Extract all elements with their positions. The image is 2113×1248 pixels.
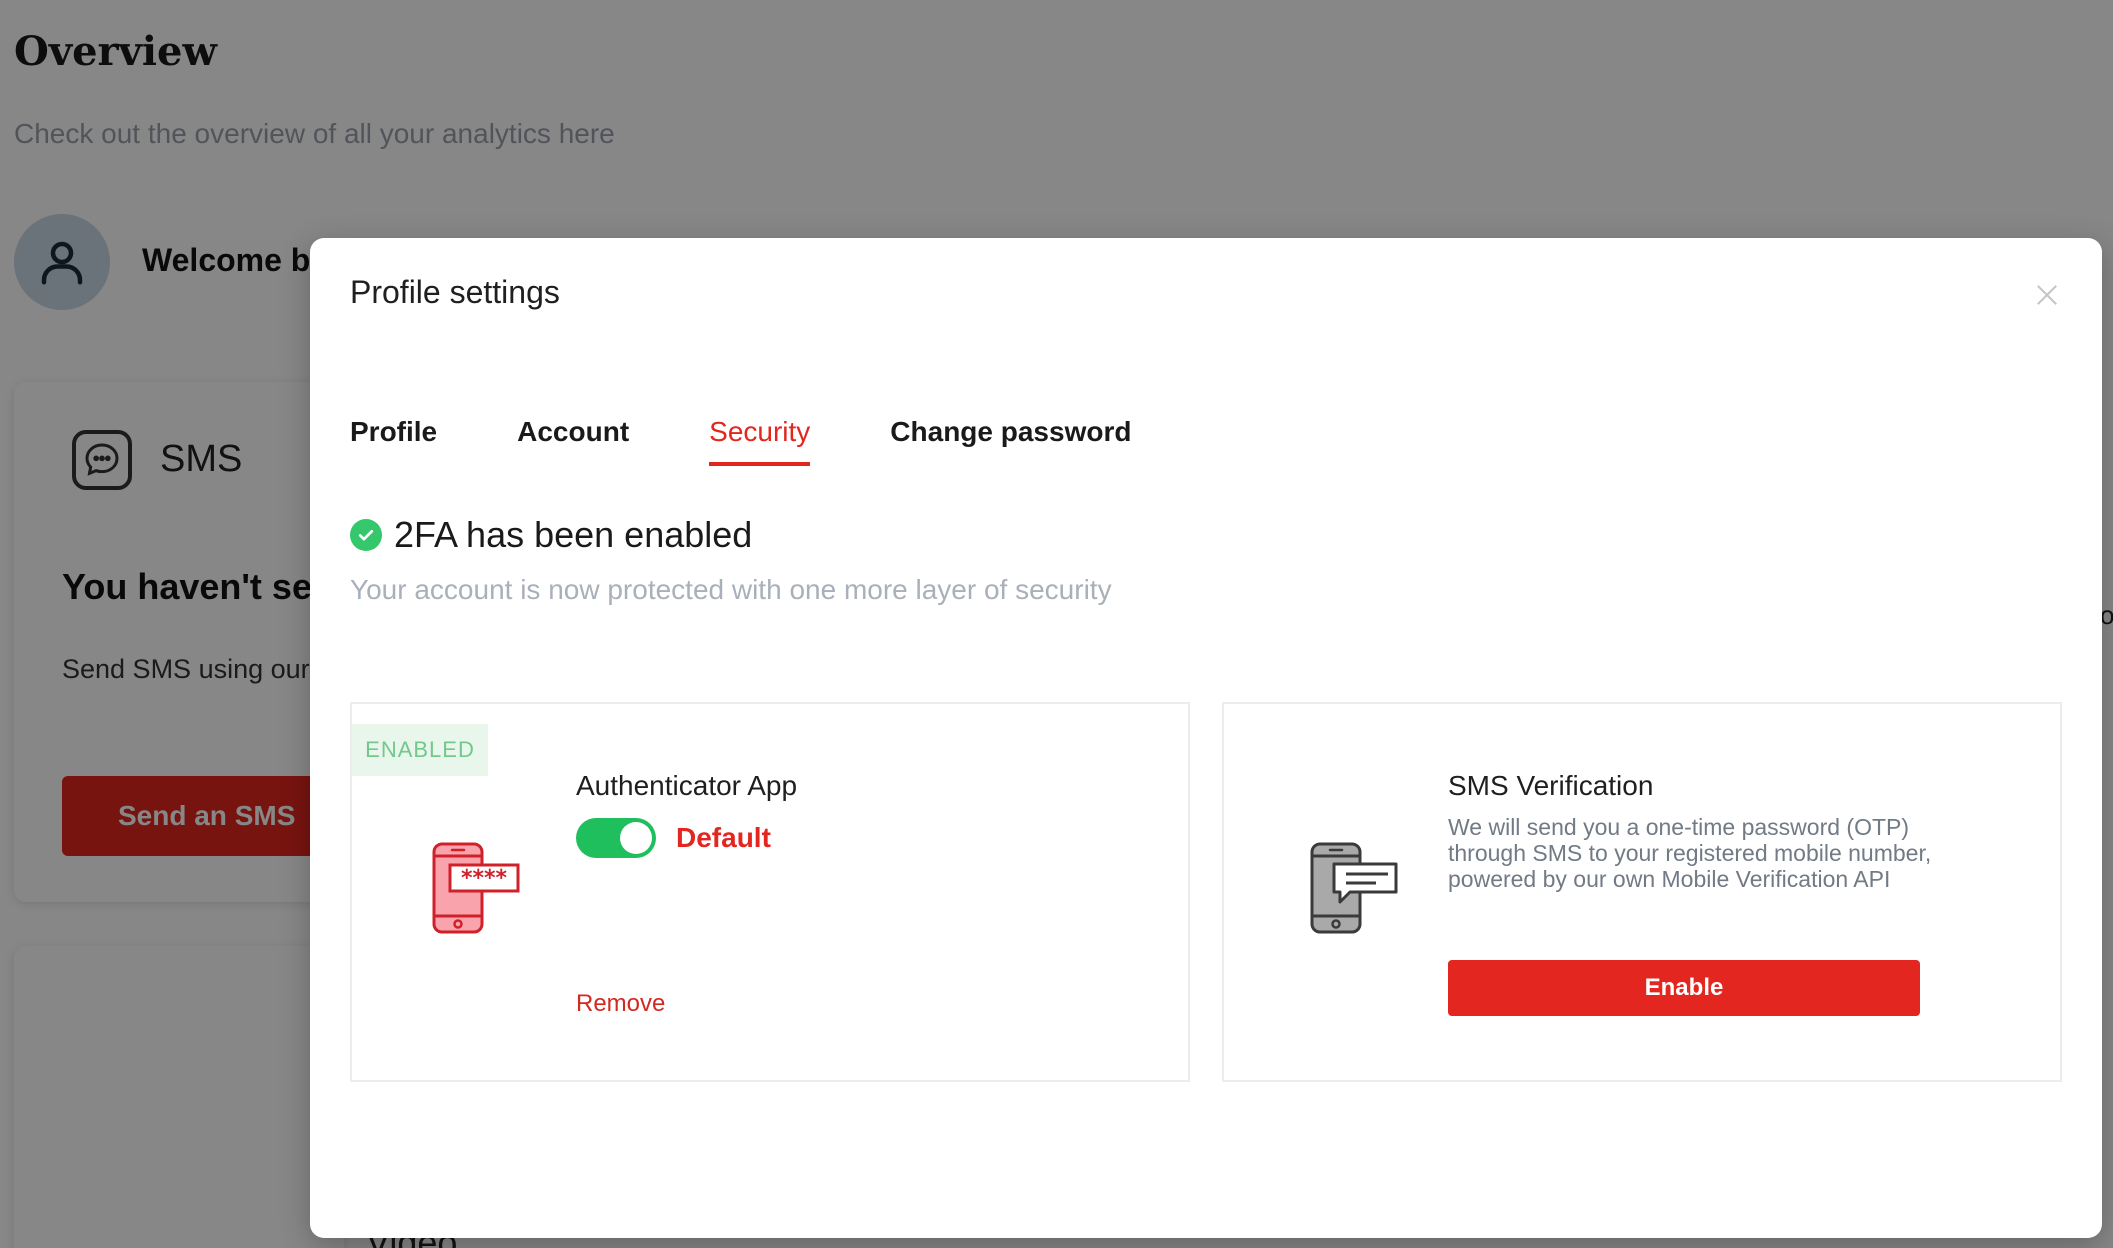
- 2fa-status-title: 2FA has been enabled: [394, 514, 753, 555]
- authenticator-app-title: Authenticator App: [576, 770, 798, 801]
- settings-tabs: Profile Account Security Change password: [350, 416, 1211, 466]
- tab-change-password[interactable]: Change password: [890, 416, 1131, 466]
- default-toggle[interactable]: [576, 818, 656, 858]
- sms-verification-title: SMS Verification: [1448, 770, 1654, 801]
- tab-account[interactable]: Account: [517, 416, 629, 466]
- svg-text:****: ****: [461, 866, 508, 891]
- tab-security[interactable]: Security: [709, 416, 811, 466]
- default-label: Default: [676, 822, 771, 853]
- authenticator-app-card: ENABLED **** Authenticator App Default R…: [350, 702, 1190, 1082]
- close-icon[interactable]: [2032, 280, 2062, 310]
- status-badge: ENABLED: [352, 724, 488, 776]
- phone-password-icon: ****: [426, 840, 522, 941]
- 2fa-status-subtitle: Your account is now protected with one m…: [350, 574, 1112, 605]
- phone-message-icon: [1304, 840, 1400, 941]
- profile-settings-modal: Profile settings Profile Account Securit…: [310, 238, 2102, 1238]
- modal-title: Profile settings: [350, 274, 560, 310]
- default-toggle-row: Default: [576, 818, 771, 858]
- 2fa-status: 2FA has been enabled: [350, 514, 752, 556]
- enable-sms-button[interactable]: Enable: [1448, 960, 1920, 1016]
- remove-authenticator-link[interactable]: Remove: [576, 990, 665, 1018]
- sms-verification-description: We will send you a one-time password (OT…: [1448, 814, 1932, 892]
- check-circle-icon: [350, 519, 382, 551]
- tab-profile[interactable]: Profile: [350, 416, 437, 466]
- sms-verification-card: SMS Verification We will send you a one-…: [1222, 702, 2062, 1082]
